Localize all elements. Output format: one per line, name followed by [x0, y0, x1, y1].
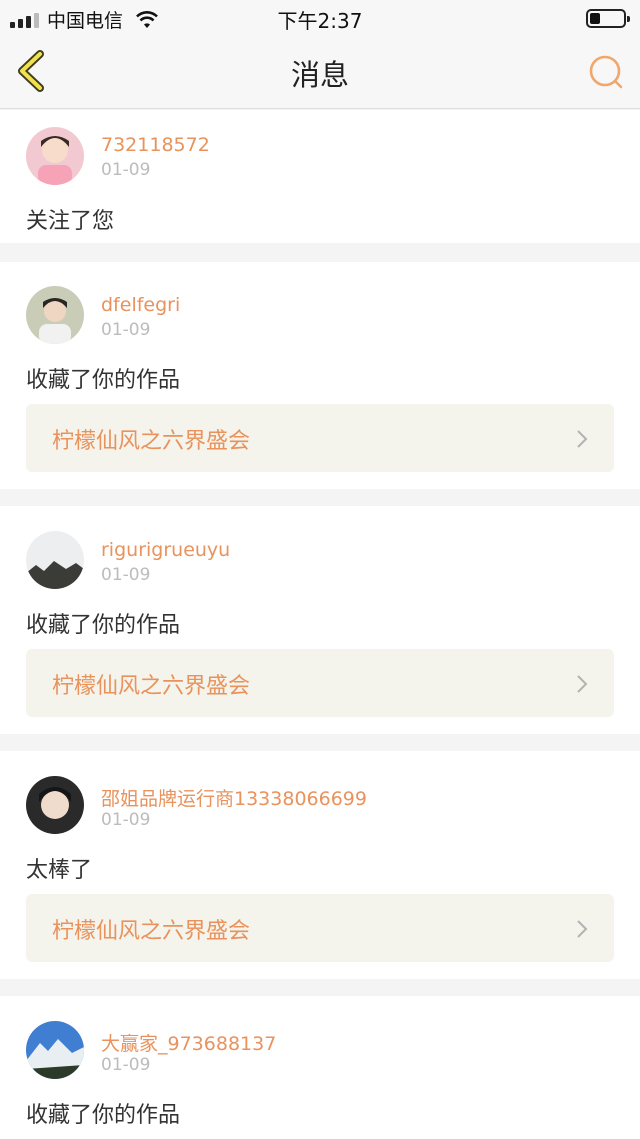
chevron-right-icon	[577, 675, 588, 693]
message-text: 太棒了	[26, 858, 93, 883]
work-title: 柠檬仙风之六界盛会	[52, 674, 251, 699]
work-link[interactable]: 柠檬仙风之六界盛会	[26, 404, 614, 472]
work-title: 柠檬仙风之六界盛会	[52, 429, 251, 454]
message-date: 01-09	[101, 320, 151, 340]
avatar[interactable]	[26, 127, 84, 185]
chevron-right-icon	[577, 920, 588, 938]
avatar[interactable]	[26, 286, 84, 344]
avatar[interactable]	[26, 531, 84, 589]
message-date: 01-09	[101, 810, 151, 830]
message-date: 01-09	[101, 1055, 151, 1075]
message-card: 邵姐品牌运行商13338066699 01-09 太棒了 柠檬仙风之六界盛会	[0, 751, 640, 979]
message-card: 大赢家_973688137 01-09 收藏了你的作品	[0, 996, 640, 1139]
work-link[interactable]: 柠檬仙风之六界盛会	[26, 649, 614, 717]
message-card: rigurigrueuyu 01-09 收藏了你的作品 柠檬仙风之六界盛会	[0, 506, 640, 734]
message-text: 关注了您	[26, 209, 115, 234]
username-link[interactable]: dfelfegri	[101, 294, 180, 316]
battery-icon	[586, 9, 630, 28]
search-icon[interactable]	[586, 52, 626, 92]
message-text: 收藏了你的作品	[26, 368, 181, 393]
message-text: 收藏了你的作品	[26, 1103, 181, 1128]
message-date: 01-09	[101, 160, 151, 180]
status-bar: 中国电信 下午2:37	[0, 0, 640, 34]
username-link[interactable]: 邵姐品牌运行商13338066699	[101, 784, 367, 811]
avatar[interactable]	[26, 776, 84, 834]
work-title: 柠檬仙风之六界盛会	[52, 919, 251, 944]
username-link[interactable]: 大赢家_973688137	[101, 1029, 276, 1056]
username-link[interactable]: rigurigrueuyu	[101, 539, 230, 561]
work-link[interactable]: 柠檬仙风之六界盛会	[26, 894, 614, 962]
avatar[interactable]	[26, 1021, 84, 1079]
username-link[interactable]: 732118572	[101, 134, 210, 156]
message-card: dfelfegri 01-09 收藏了你的作品 柠檬仙风之六界盛会	[0, 262, 640, 489]
page-title: 消息	[290, 58, 349, 92]
message-card: 732118572 01-09 关注了您	[0, 110, 640, 243]
nav-bar: 消息	[0, 34, 640, 109]
status-time: 下午2:37	[277, 9, 363, 33]
message-text: 收藏了你的作品	[26, 613, 181, 638]
chevron-right-icon	[577, 430, 588, 448]
message-date: 01-09	[101, 565, 151, 585]
